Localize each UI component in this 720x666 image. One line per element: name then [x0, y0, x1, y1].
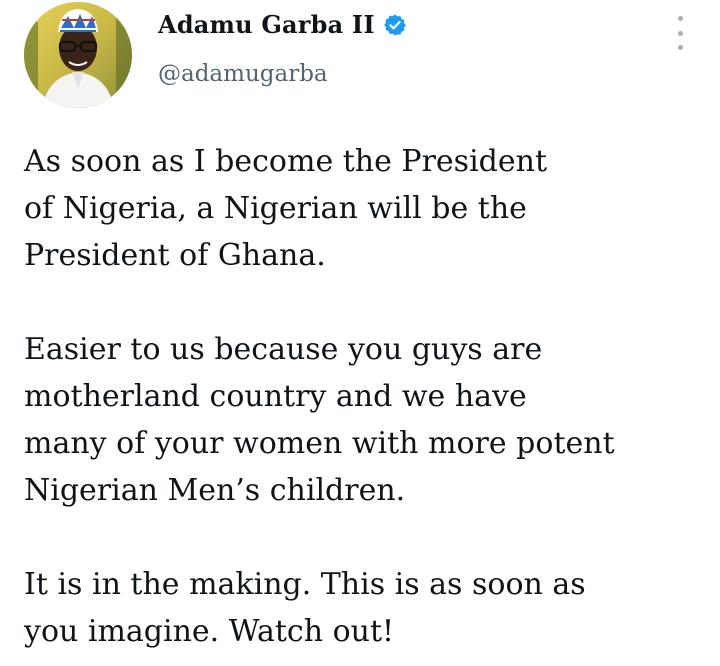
- handle[interactable]: @adamugarba: [158, 61, 407, 87]
- more-vertical-icon[interactable]: [668, 16, 692, 50]
- tweet-paragraph: It is in the making. This is as soon as …: [24, 561, 704, 655]
- tweet: Adamu Garba II @adamugarba As soon as I …: [0, 0, 720, 666]
- tweet-line: President of Ghana.: [24, 238, 326, 273]
- tweet-line: motherland country and we have: [24, 379, 527, 414]
- avatar-photo: [24, 2, 132, 108]
- more-dot: [677, 16, 683, 21]
- display-name[interactable]: Adamu Garba II: [158, 10, 375, 39]
- more-dot: [677, 30, 683, 36]
- name-row: Adamu Garba II: [158, 10, 407, 39]
- tweet-paragraph: Easier to us because you guys are mother…: [24, 326, 704, 514]
- tweet-text: As soon as I become the President of Nig…: [24, 138, 704, 655]
- author-block: Adamu Garba II @adamugarba: [158, 10, 407, 87]
- more-dot: [677, 45, 683, 50]
- tweet-line: It is in the making. This is as soon as: [24, 567, 586, 602]
- verified-badge-icon: [383, 13, 407, 37]
- tweet-line: Nigerian Men’s children.: [24, 473, 406, 508]
- tweet-line: of Nigeria, a Nigerian will be the: [24, 191, 527, 226]
- tweet-line: Easier to us because you guys are: [24, 332, 543, 367]
- tweet-line: As soon as I become the President: [24, 144, 548, 179]
- avatar[interactable]: [24, 2, 132, 108]
- tweet-line: many of your women with more potent: [24, 426, 615, 461]
- tweet-paragraph: As soon as I become the President of Nig…: [24, 138, 704, 279]
- tweet-line: you imagine. Watch out!: [24, 614, 395, 649]
